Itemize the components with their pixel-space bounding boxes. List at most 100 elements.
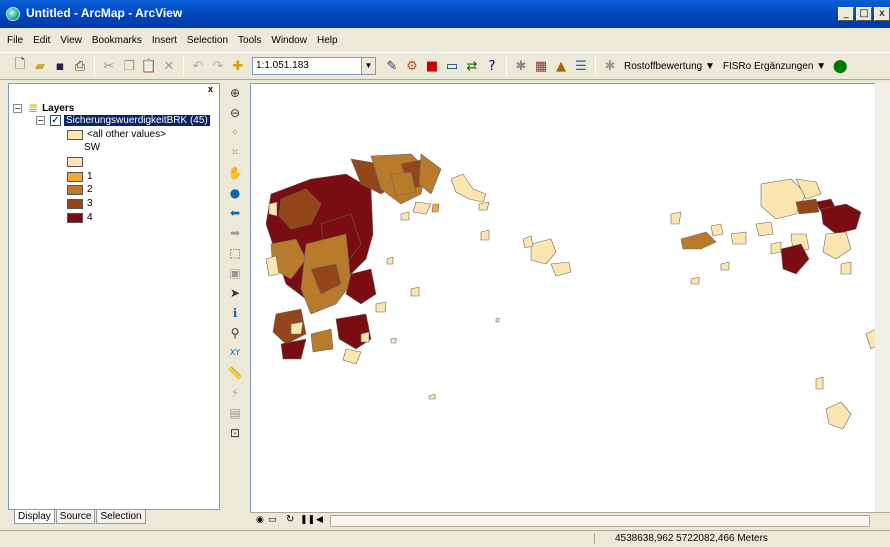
map-vertical-scrollbar[interactable] <box>875 83 890 512</box>
menu-selection[interactable]: Selection <box>186 34 229 47</box>
map-polygon[interactable] <box>755 221 774 237</box>
layers-row[interactable]: − ≣ Layers <box>13 101 74 115</box>
map-polygon[interactable] <box>840 261 852 275</box>
menu-help[interactable]: Help <box>316 34 339 47</box>
map-polygon[interactable] <box>730 231 747 245</box>
map-polygon[interactable] <box>342 348 362 365</box>
back-extent-icon[interactable]: ⬅ <box>226 203 244 222</box>
map-polygon[interactable] <box>815 376 824 390</box>
tool-c-icon[interactable]: ▲ <box>551 56 571 76</box>
map-polygon[interactable] <box>550 261 572 277</box>
pan-icon[interactable]: ✋ <box>226 163 244 182</box>
map-polygon[interactable] <box>478 201 490 211</box>
rostoffbewertung-menu[interactable]: Rostoffbewertung ▼ <box>624 61 715 72</box>
map-polygon[interactable] <box>400 211 410 221</box>
whats-this-icon[interactable]: ? <box>482 56 502 76</box>
tool-f-icon[interactable]: ⬤ <box>830 56 850 76</box>
maximize-button[interactable]: □ <box>856 7 872 21</box>
map-scale-input[interactable]: 1:1.051.183 <box>252 57 362 75</box>
menu-bookmarks[interactable]: Bookmarks <box>91 34 143 47</box>
cut-icon[interactable]: ✂ <box>99 56 119 76</box>
zoom-out-icon[interactable]: ⊖ <box>226 103 244 122</box>
map-polygon[interactable] <box>710 223 724 237</box>
fixed-zoom-in-icon[interactable]: ⁘ <box>226 123 244 142</box>
map-polygon[interactable] <box>825 401 852 430</box>
map-horizontal-scrollbar[interactable]: ◉ ▭ ↻ ❚❚ ◀ <box>250 512 890 528</box>
map-polygon[interactable] <box>530 238 557 265</box>
refresh-icon[interactable]: ↻ <box>286 514 294 525</box>
delete-icon[interactable]: ✕ <box>159 56 179 76</box>
new-document-icon[interactable]: 🗋 <box>10 56 30 76</box>
menu-tools[interactable]: Tools <box>237 34 262 47</box>
map-polygon[interactable] <box>290 321 304 335</box>
copy-icon[interactable]: ❐ <box>119 56 139 76</box>
map-polygon[interactable] <box>670 211 682 225</box>
clear-selection-icon[interactable]: ▣ <box>226 263 244 282</box>
menu-insert[interactable]: Insert <box>151 34 178 47</box>
collapse-icon[interactable]: − <box>13 103 22 113</box>
hyperlink-icon[interactable]: ⚡ <box>226 383 244 402</box>
close-button[interactable]: x <box>874 7 890 21</box>
tab-display[interactable]: Display <box>14 510 55 524</box>
map-polygon[interactable] <box>412 201 432 215</box>
map-polygon[interactable] <box>820 203 862 235</box>
layer-name[interactable]: SicherungswuerdigkeitBRK (45) <box>64 115 210 126</box>
select-features-icon[interactable]: ⬚ <box>226 243 244 262</box>
horizontal-scroll-track[interactable] <box>330 515 870 527</box>
add-data-icon[interactable]: ✚ <box>228 56 248 76</box>
layer-visibility-checkbox[interactable]: ✓ <box>50 115 61 126</box>
map-polygon[interactable] <box>410 286 420 297</box>
map-polygon[interactable] <box>522 235 534 249</box>
menu-file[interactable]: File <box>6 34 24 47</box>
map-display[interactable] <box>250 83 890 528</box>
map-polygon[interactable] <box>386 256 394 265</box>
select-elements-icon[interactable]: ➤ <box>226 283 244 302</box>
close-icon[interactable]: x <box>208 84 213 94</box>
map-polygon[interactable] <box>795 198 820 215</box>
map-polygon[interactable] <box>690 276 700 285</box>
arc-catalog-icon[interactable]: ⚙ <box>402 56 422 76</box>
tool-a-icon[interactable]: ✱ <box>511 56 531 76</box>
save-icon[interactable]: ▪ <box>50 56 70 76</box>
identify-icon[interactable]: ℹ <box>226 303 244 322</box>
pause-icon[interactable]: ❚❚ <box>300 515 315 525</box>
tool-d-icon[interactable]: ☰ <box>571 56 591 76</box>
map-polygon[interactable] <box>428 393 436 400</box>
layer-row[interactable]: − ✓ SicherungswuerdigkeitBRK (45) <box>36 115 210 126</box>
menu-edit[interactable]: Edit <box>32 34 51 47</box>
map-polygon[interactable] <box>268 201 278 217</box>
map-polygon[interactable] <box>335 313 372 350</box>
map-polygon[interactable] <box>431 203 440 213</box>
layout-view-icon[interactable]: ▭ <box>268 515 277 525</box>
map-polygon[interactable] <box>450 173 487 203</box>
command-line-icon[interactable]: ▭ <box>442 56 462 76</box>
undo-icon[interactable]: ↶ <box>188 56 208 76</box>
collapse-icon[interactable]: − <box>36 116 45 125</box>
html-popup-icon[interactable]: ▤ <box>226 403 244 422</box>
model-builder-icon[interactable]: ⇄ <box>462 56 482 76</box>
fixed-zoom-out-icon[interactable]: ⁙ <box>226 143 244 162</box>
time-slider-icon[interactable]: ⊡ <box>226 423 244 442</box>
find-icon[interactable]: ⚲ <box>226 323 244 342</box>
measure-icon[interactable]: 📏 <box>226 363 244 382</box>
map-polygon[interactable] <box>680 231 717 250</box>
map-polygon[interactable] <box>495 317 500 323</box>
tab-selection[interactable]: Selection <box>96 510 146 524</box>
paste-icon[interactable]: 📋 <box>139 56 159 76</box>
full-extent-icon[interactable]: ● <box>226 183 244 202</box>
menu-window[interactable]: Window <box>270 34 308 47</box>
map-polygon[interactable] <box>375 301 387 313</box>
forward-extent-icon[interactable]: ➡ <box>226 223 244 242</box>
menu-view[interactable]: View <box>59 34 83 47</box>
tool-b-icon[interactable]: ▦ <box>531 56 551 76</box>
tool-e-icon[interactable]: ✱ <box>600 56 620 76</box>
map-polygon[interactable] <box>480 229 490 241</box>
chevron-down-icon[interactable]: ▼ <box>362 57 376 75</box>
map-polygon[interactable] <box>360 331 370 343</box>
editor-toolbar-icon[interactable]: ✎ <box>382 56 402 76</box>
map-polygon[interactable] <box>310 328 334 353</box>
map-polygon[interactable] <box>720 261 730 271</box>
map-polygon[interactable] <box>822 231 852 260</box>
redo-icon[interactable]: ↷ <box>208 56 228 76</box>
scroll-left-icon[interactable]: ◀ <box>316 515 323 525</box>
